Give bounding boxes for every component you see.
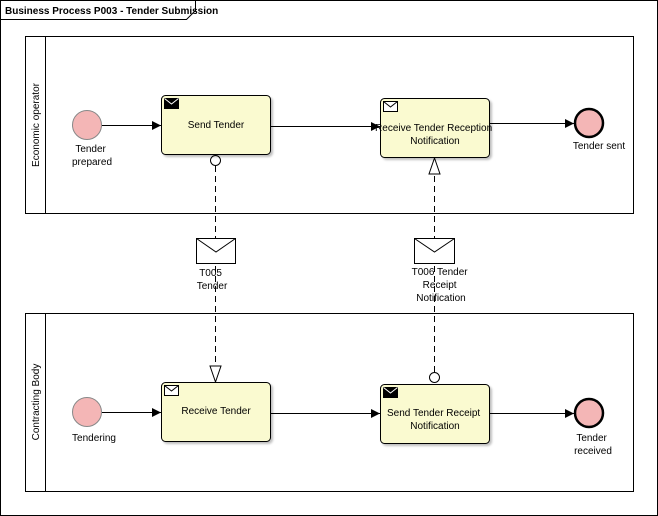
message-label: T006 Tender <box>412 267 469 278</box>
event-label: prepared <box>72 157 112 168</box>
task-send-tender-receipt-notification[interactable]: Send Tender Receipt Notification <box>380 384 490 444</box>
envelope-icon <box>383 101 398 112</box>
pool-label: Contracting Body <box>31 364 42 441</box>
event-label: Tender <box>576 433 607 444</box>
envelope-icon <box>196 238 236 264</box>
event-label: Tender <box>75 144 106 155</box>
pool-label: Economic operator <box>31 82 42 167</box>
message-label: Tender <box>197 281 228 292</box>
task-label: Notification <box>410 136 459 147</box>
envelope-icon <box>164 385 179 396</box>
event-label: received <box>574 446 612 457</box>
event-label: Tendering <box>72 433 116 444</box>
task-label: Receive Tender Reception <box>375 123 492 134</box>
message-label: Notification <box>416 293 465 304</box>
message-label: T005 <box>199 268 222 279</box>
task-label: Send Tender <box>188 120 245 131</box>
task-receive-tender[interactable]: Receive Tender <box>161 382 271 442</box>
envelope-filled-icon <box>383 387 398 398</box>
task-label: Receive Tender <box>181 406 251 417</box>
message-label: Receipt <box>423 280 457 291</box>
task-send-tender[interactable]: Send Tender <box>161 95 271 155</box>
envelope-icon <box>414 238 455 264</box>
frame-title: Business Process P003 - Tender Submissio… <box>5 6 218 17</box>
task-receive-tender-reception-notification[interactable]: Receive Tender Reception Notification <box>375 98 495 158</box>
pool-contracting-body[interactable]: Contracting Body <box>25 313 634 492</box>
envelope-filled-icon <box>164 98 179 109</box>
task-label: Send Tender Receipt <box>387 408 480 419</box>
task-label: Notification <box>410 421 459 432</box>
event-label: Tender sent <box>573 141 625 152</box>
